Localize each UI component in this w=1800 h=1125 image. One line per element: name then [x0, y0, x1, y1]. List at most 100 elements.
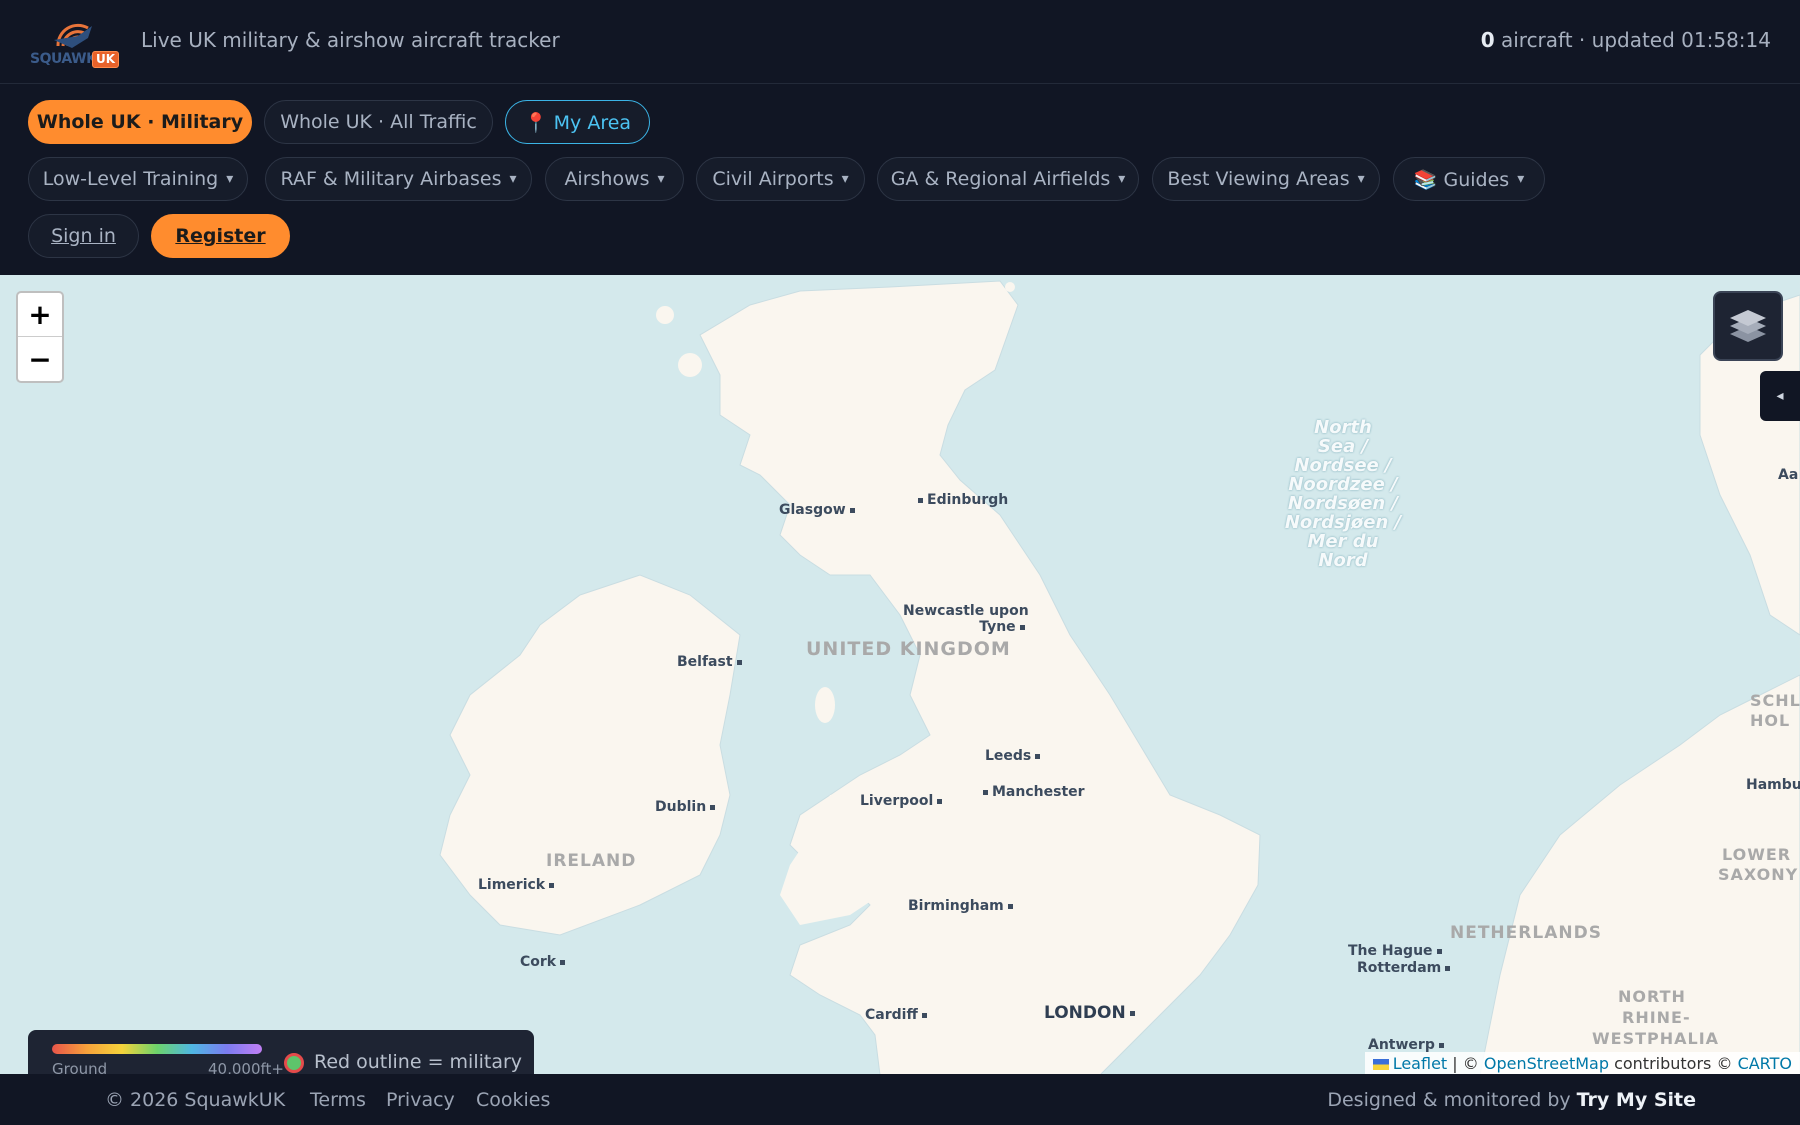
city-marker — [1019, 624, 1025, 630]
military-marker-icon — [284, 1053, 304, 1073]
menu-best-viewing-areas[interactable]: Best Viewing Areas ▾ — [1152, 157, 1380, 201]
menu-civil-airports[interactable]: Civil Airports ▾ — [696, 157, 865, 201]
zoom-out-button[interactable]: − — [18, 337, 62, 381]
chevron-down-icon: ▾ — [657, 171, 665, 187]
city-label: Birmingham — [908, 898, 1004, 914]
sea-label-line: North — [1314, 417, 1372, 438]
mode-my-area[interactable]: 📍 My Area — [505, 100, 650, 144]
designed-by: Designed & monitored by Try My Site — [1327, 1089, 1696, 1111]
top-bar: SQUAWK UK Live UK military & airshow air… — [0, 0, 1800, 84]
sea-label-line: Mer du — [1307, 531, 1379, 552]
city-rotterdam: Rotterdam — [1357, 960, 1454, 976]
city-label: Antwerp — [1368, 1037, 1435, 1053]
register-button[interactable]: Register — [151, 214, 290, 258]
city-label: Belfast — [677, 654, 733, 670]
city-label: Manchester — [992, 784, 1085, 800]
terms-link[interactable]: Terms — [310, 1089, 366, 1111]
cookies-link[interactable]: Cookies — [476, 1089, 550, 1111]
sea-label-line: Nord — [1318, 550, 1368, 571]
layers-icon — [1730, 310, 1766, 342]
legend-military-note: Red outline = military — [314, 1051, 523, 1073]
aircraft-count: 0 — [1480, 28, 1495, 52]
city-label: Hambu — [1746, 777, 1800, 793]
aircraft-map[interactable]: + − ◂ North Sea / Nordsee / Noordzee / N… — [0, 275, 1800, 1075]
chevron-down-icon: ▾ — [226, 171, 234, 187]
region-lower-saxony-2: SAXONY — [1718, 865, 1799, 884]
menu-label: Best Viewing Areas — [1167, 168, 1350, 190]
menu-low-level-training[interactable]: Low-Level Training ▾ — [28, 157, 248, 201]
city-label: Tyne — [979, 619, 1016, 635]
privacy-link[interactable]: Privacy — [386, 1089, 455, 1111]
attribution-separator: | © — [1452, 1054, 1479, 1073]
try-my-site-link[interactable]: Try My Site — [1577, 1089, 1696, 1111]
map-basemap — [439, 280, 1800, 1075]
sea-label-line: Sea / — [1317, 436, 1369, 457]
menu-label: GA & Regional Airfields — [890, 168, 1111, 190]
city-label: Rotterdam — [1357, 960, 1442, 976]
city-marker — [549, 882, 555, 888]
city-leeds: Leeds — [985, 748, 1044, 764]
region-schleswig: SCHL- HOL — [1750, 691, 1800, 730]
region-nrw-3: WESTPHALIA — [1592, 1029, 1720, 1048]
city-marker — [1445, 965, 1451, 971]
zoom-in-button[interactable]: + — [18, 293, 62, 337]
mode-whole-uk-military[interactable]: Whole UK · Military — [28, 100, 252, 144]
city-marker — [560, 959, 566, 965]
city-marker — [918, 497, 923, 503]
city-marker — [937, 798, 943, 804]
city-marker — [1129, 1010, 1135, 1016]
city-marker — [1007, 903, 1013, 909]
sign-in-button[interactable]: Sign in — [28, 214, 139, 258]
city-marker — [736, 659, 742, 665]
menu-label: Low-Level Training — [42, 168, 219, 190]
mode-whole-uk-all-traffic[interactable]: Whole UK · All Traffic — [264, 100, 493, 144]
city-cardiff: Cardiff — [865, 1007, 931, 1023]
isle-of-man — [815, 687, 835, 723]
north-sea-label: North Sea / Nordsee / Noordzee / Nordsøe… — [1273, 418, 1413, 570]
city-label: Leeds — [985, 748, 1032, 764]
city-label: The Hague — [1348, 943, 1433, 959]
menu-label: 📚 Guides — [1413, 168, 1510, 191]
side-panel-toggle[interactable]: ◂ — [1760, 371, 1800, 421]
city-marker — [983, 789, 988, 795]
chevron-down-icon: ▾ — [1517, 171, 1525, 187]
zoom-control: + − — [16, 291, 64, 383]
mode-label: 📍 My Area — [523, 111, 632, 134]
city-label: Newcastle upon — [903, 603, 1029, 619]
city-antwerp: Antwerp — [1368, 1037, 1448, 1053]
city-birmingham: Birmingham — [908, 898, 1017, 914]
logo-badge: UK — [92, 51, 120, 68]
country-uk: UNITED KINGDOM — [806, 638, 1011, 660]
city-limerick: Limerick — [478, 877, 558, 893]
attribution-contributors: contributors © — [1614, 1054, 1733, 1073]
mode-label: Whole UK · Military — [36, 111, 244, 133]
city-label-line-2: Tyne — [903, 619, 1029, 635]
city-aarhus: Aa — [1778, 467, 1798, 483]
copyright-text: © 2026 SquawkUK — [105, 1089, 286, 1111]
register-label: Register — [175, 225, 266, 247]
menu-guides[interactable]: 📚 Guides ▾ — [1393, 157, 1545, 201]
radar-logo-icon — [54, 23, 92, 48]
city-belfast: Belfast — [677, 654, 746, 670]
city-glasgow: Glasgow — [779, 502, 859, 518]
openstreetmap-link[interactable]: OpenStreetMap — [1484, 1054, 1609, 1073]
leaflet-link[interactable]: Leaflet — [1393, 1054, 1447, 1073]
squawkuk-logo[interactable]: SQUAWK UK — [28, 16, 122, 72]
carto-link[interactable]: CARTO — [1738, 1054, 1792, 1073]
city-label: Glasgow — [779, 502, 846, 518]
sign-in-label: Sign in — [51, 225, 116, 247]
menu-airshows[interactable]: Airshows ▾ — [545, 157, 684, 201]
menu-raf-military-airbases[interactable]: RAF & Military Airbases ▾ — [265, 157, 532, 201]
layers-button[interactable] — [1713, 291, 1783, 361]
menu-ga-regional-airfields[interactable]: GA & Regional Airfields ▾ — [877, 157, 1139, 201]
city-marker — [1438, 1042, 1444, 1048]
city-marker — [849, 507, 855, 513]
sea-label-line: Nordsjøen / — [1284, 512, 1402, 533]
hebrides-island — [656, 306, 674, 324]
city-marker — [1035, 753, 1041, 759]
city-label: Limerick — [478, 877, 546, 893]
city-label: Aa — [1778, 467, 1799, 483]
chevron-down-icon: ▾ — [841, 171, 849, 187]
city-newcastle: Newcastle upon Tyne — [903, 603, 1029, 635]
menu-label: RAF & Military Airbases — [280, 168, 502, 190]
